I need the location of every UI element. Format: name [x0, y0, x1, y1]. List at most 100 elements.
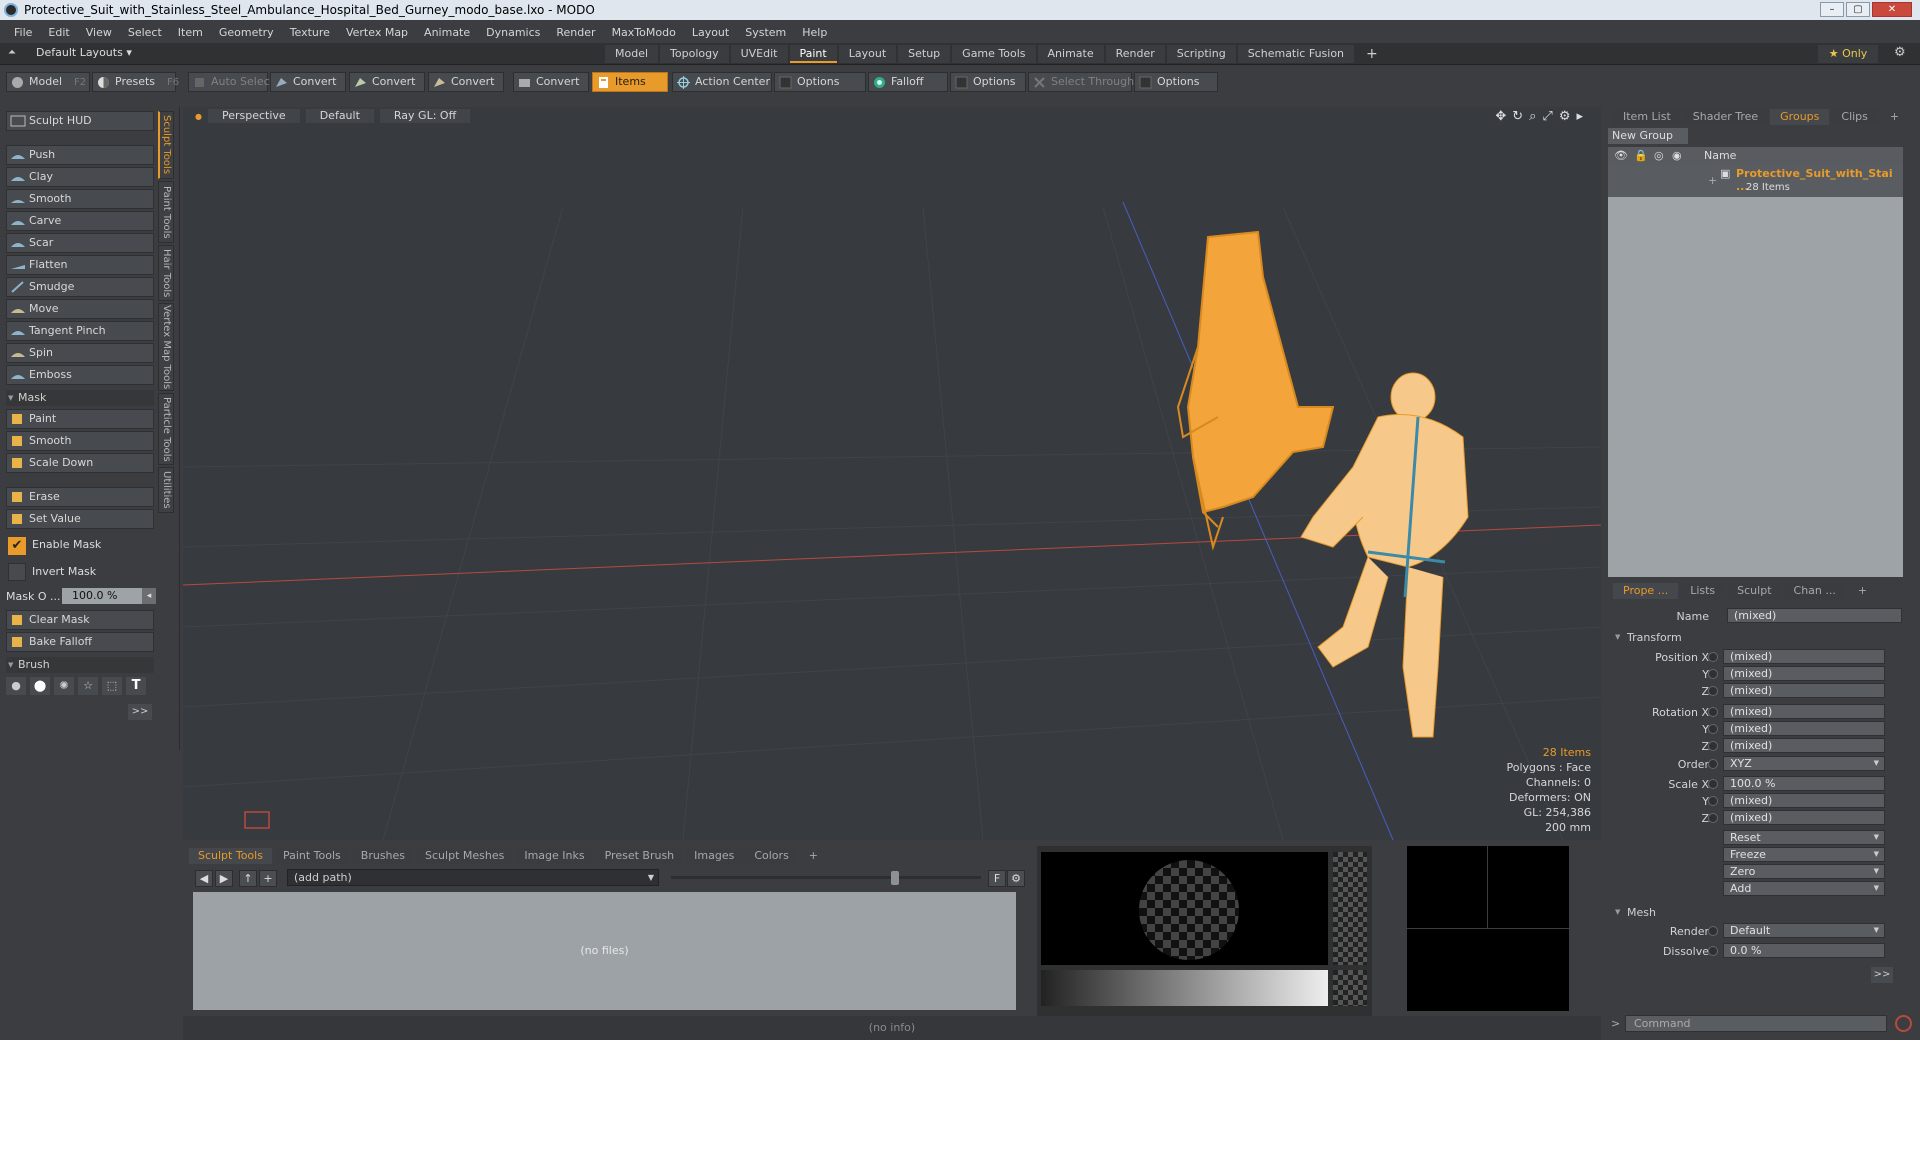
tool-flatten[interactable]: Flatten [6, 255, 154, 275]
keyframe-dot-icon[interactable] [1708, 946, 1718, 956]
vtab-vertex-map-tools[interactable]: Vertex Map Tools [158, 303, 174, 391]
layout-arrow-icon[interactable]: ⏶ [8, 47, 16, 58]
menu-file[interactable]: File [6, 26, 40, 39]
gradient-strip[interactable] [1041, 970, 1328, 1006]
btab-brushes[interactable]: Brushes [351, 848, 415, 864]
viewport-menu-arrow-icon[interactable]: ▸ [1576, 109, 1583, 124]
shading-dropdown[interactable]: Default [305, 109, 374, 123]
browser-gear-icon[interactable]: ⚙ [1007, 870, 1025, 887]
tab-lists[interactable]: Lists [1680, 583, 1726, 599]
freeze-dropdown[interactable]: Freeze [1723, 847, 1885, 862]
keyframe-dot-icon[interactable] [1708, 669, 1718, 679]
tab-uvedit[interactable]: UVEdit [730, 45, 788, 63]
brush-section[interactable]: Brush [6, 657, 154, 673]
mask-smooth[interactable]: Smooth [6, 431, 154, 451]
select-through-button[interactable]: Select Through [1028, 72, 1134, 92]
tab-item-list[interactable]: Item List [1613, 109, 1681, 125]
fit-icon[interactable]: ⤢ [1542, 109, 1552, 124]
mask-opacity-field[interactable]: 100.0 % [62, 588, 142, 604]
keyframe-dot-icon[interactable] [1708, 707, 1718, 717]
clear-mask-button[interactable]: Clear Mask [6, 610, 154, 630]
gear-icon[interactable]: ⚙ [1894, 46, 1908, 60]
keyframe-dot-icon[interactable] [1708, 741, 1718, 751]
render-dropdown[interactable]: Default [1723, 923, 1885, 938]
btab-sculpt-tools[interactable]: Sculpt Tools [189, 848, 272, 864]
tab-game-tools[interactable]: Game Tools [952, 45, 1036, 63]
close-icon[interactable]: ✕ [1872, 2, 1912, 17]
menu-edit[interactable]: Edit [40, 26, 77, 39]
menu-vertex-map[interactable]: Vertex Map [338, 26, 416, 39]
select-icon[interactable]: ◉ [1672, 147, 1682, 165]
keyframe-dot-icon[interactable] [1708, 686, 1718, 696]
menu-system[interactable]: System [737, 26, 794, 39]
tab-properties[interactable]: Prope ... [1613, 583, 1679, 599]
action-center-options-button[interactable]: Options [774, 72, 866, 92]
menu-maxtomodo[interactable]: MaxToModo [604, 26, 684, 39]
new-group-button[interactable]: New Group [1608, 128, 1688, 144]
star-brush-icon[interactable]: ☆ [78, 677, 98, 695]
minimize-icon[interactable]: – [1820, 2, 1844, 17]
set-value-button[interactable]: Set Value [6, 509, 154, 529]
convert-vertices-button[interactable]: Convert [270, 72, 346, 92]
vtab-paint-tools[interactable]: Paint Tools [158, 181, 174, 243]
menu-select[interactable]: Select [120, 26, 170, 39]
tab-clips[interactable]: Clips [1831, 109, 1878, 125]
add-dropdown[interactable]: Add [1723, 881, 1885, 896]
falloff-options-button[interactable]: Options [950, 72, 1026, 92]
btab-images[interactable]: Images [685, 848, 744, 864]
file-list[interactable]: (no files) [193, 892, 1016, 1010]
items-button[interactable]: Items [592, 72, 668, 92]
thumbnail-size-slider[interactable] [671, 876, 981, 879]
position-y-field[interactable]: (mixed) [1723, 666, 1885, 681]
tool-scar[interactable]: Scar [6, 233, 154, 253]
action-center-button[interactable]: Action Center [672, 72, 772, 92]
rotation-y-field[interactable]: (mixed) [1723, 721, 1885, 736]
btab-image-inks[interactable]: Image Inks [515, 848, 594, 864]
groups-list[interactable]: 👁 🔒 ◎ ◉ Name + ▣ Protective_Suit_with_St… [1608, 147, 1903, 577]
auto-select-button[interactable]: Auto Select [188, 72, 274, 92]
bake-falloff-button[interactable]: Bake Falloff [6, 632, 154, 652]
dissolve-field[interactable]: 0.0 % [1723, 943, 1885, 958]
tool-tangent-pinch[interactable]: Tangent Pinch [6, 321, 154, 341]
splat-brush-icon[interactable]: ✺ [54, 677, 74, 695]
tab-channels[interactable]: Chan ... [1783, 583, 1846, 599]
alpha-checker-swatch[interactable] [1333, 970, 1367, 1006]
rotation-z-field[interactable]: (mixed) [1723, 738, 1885, 753]
scale-y-field[interactable]: (mixed) [1723, 793, 1885, 808]
menu-geometry[interactable]: Geometry [211, 26, 282, 39]
mask-scale-down[interactable]: Scale Down [6, 453, 154, 473]
more-brush-button[interactable]: >> [128, 704, 152, 720]
reset-dropdown[interactable]: Reset [1723, 830, 1885, 845]
tab-schematic-fusion[interactable]: Schematic Fusion [1237, 45, 1355, 63]
view-type-dropdown[interactable]: Perspective [207, 109, 300, 123]
btab-colors[interactable]: Colors [745, 848, 798, 864]
keyframe-dot-icon[interactable] [1708, 652, 1718, 662]
rotation-x-field[interactable]: (mixed) [1723, 704, 1885, 719]
maximize-icon[interactable]: ▢ [1846, 2, 1870, 17]
add-prop-tab-button[interactable]: + [1848, 583, 1877, 599]
convert-materials-button[interactable]: Convert [513, 72, 589, 92]
hard-brush-icon[interactable]: ⬤ [30, 677, 50, 695]
keyframe-dot-icon[interactable] [1708, 926, 1718, 936]
vtab-sculpt-tools[interactable]: Sculpt Tools [158, 111, 174, 179]
keyframe-dot-icon[interactable] [1708, 759, 1718, 769]
vtab-utilities[interactable]: Utilities [158, 467, 174, 513]
zero-dropdown[interactable]: Zero [1723, 864, 1885, 879]
convert-polygons-button[interactable]: Convert [428, 72, 504, 92]
keyframe-dot-icon[interactable] [1708, 796, 1718, 806]
mask-paint[interactable]: Paint [6, 409, 154, 429]
add-panel-tab-button[interactable]: + [1880, 109, 1909, 125]
tab-shader-tree[interactable]: Shader Tree [1682, 109, 1769, 125]
mini-viewports[interactable] [1407, 846, 1569, 1011]
enable-mask-checkbox[interactable]: ✔ [8, 537, 26, 555]
menu-animate[interactable]: Animate [416, 26, 478, 39]
falloff-button[interactable]: Falloff [868, 72, 948, 92]
menu-layout[interactable]: Layout [684, 26, 737, 39]
mask-opacity-arrow-icon[interactable]: ◂ [142, 588, 156, 604]
viewport-gear-icon[interactable]: ⚙ [1559, 109, 1571, 124]
group-toggle-icon[interactable]: + [1708, 174, 1717, 187]
keyframe-dot-icon[interactable] [1708, 779, 1718, 789]
model-button[interactable]: Model F2 [6, 72, 90, 92]
command-input[interactable]: Command [1625, 1015, 1887, 1032]
tab-paint[interactable]: Paint [789, 45, 837, 63]
